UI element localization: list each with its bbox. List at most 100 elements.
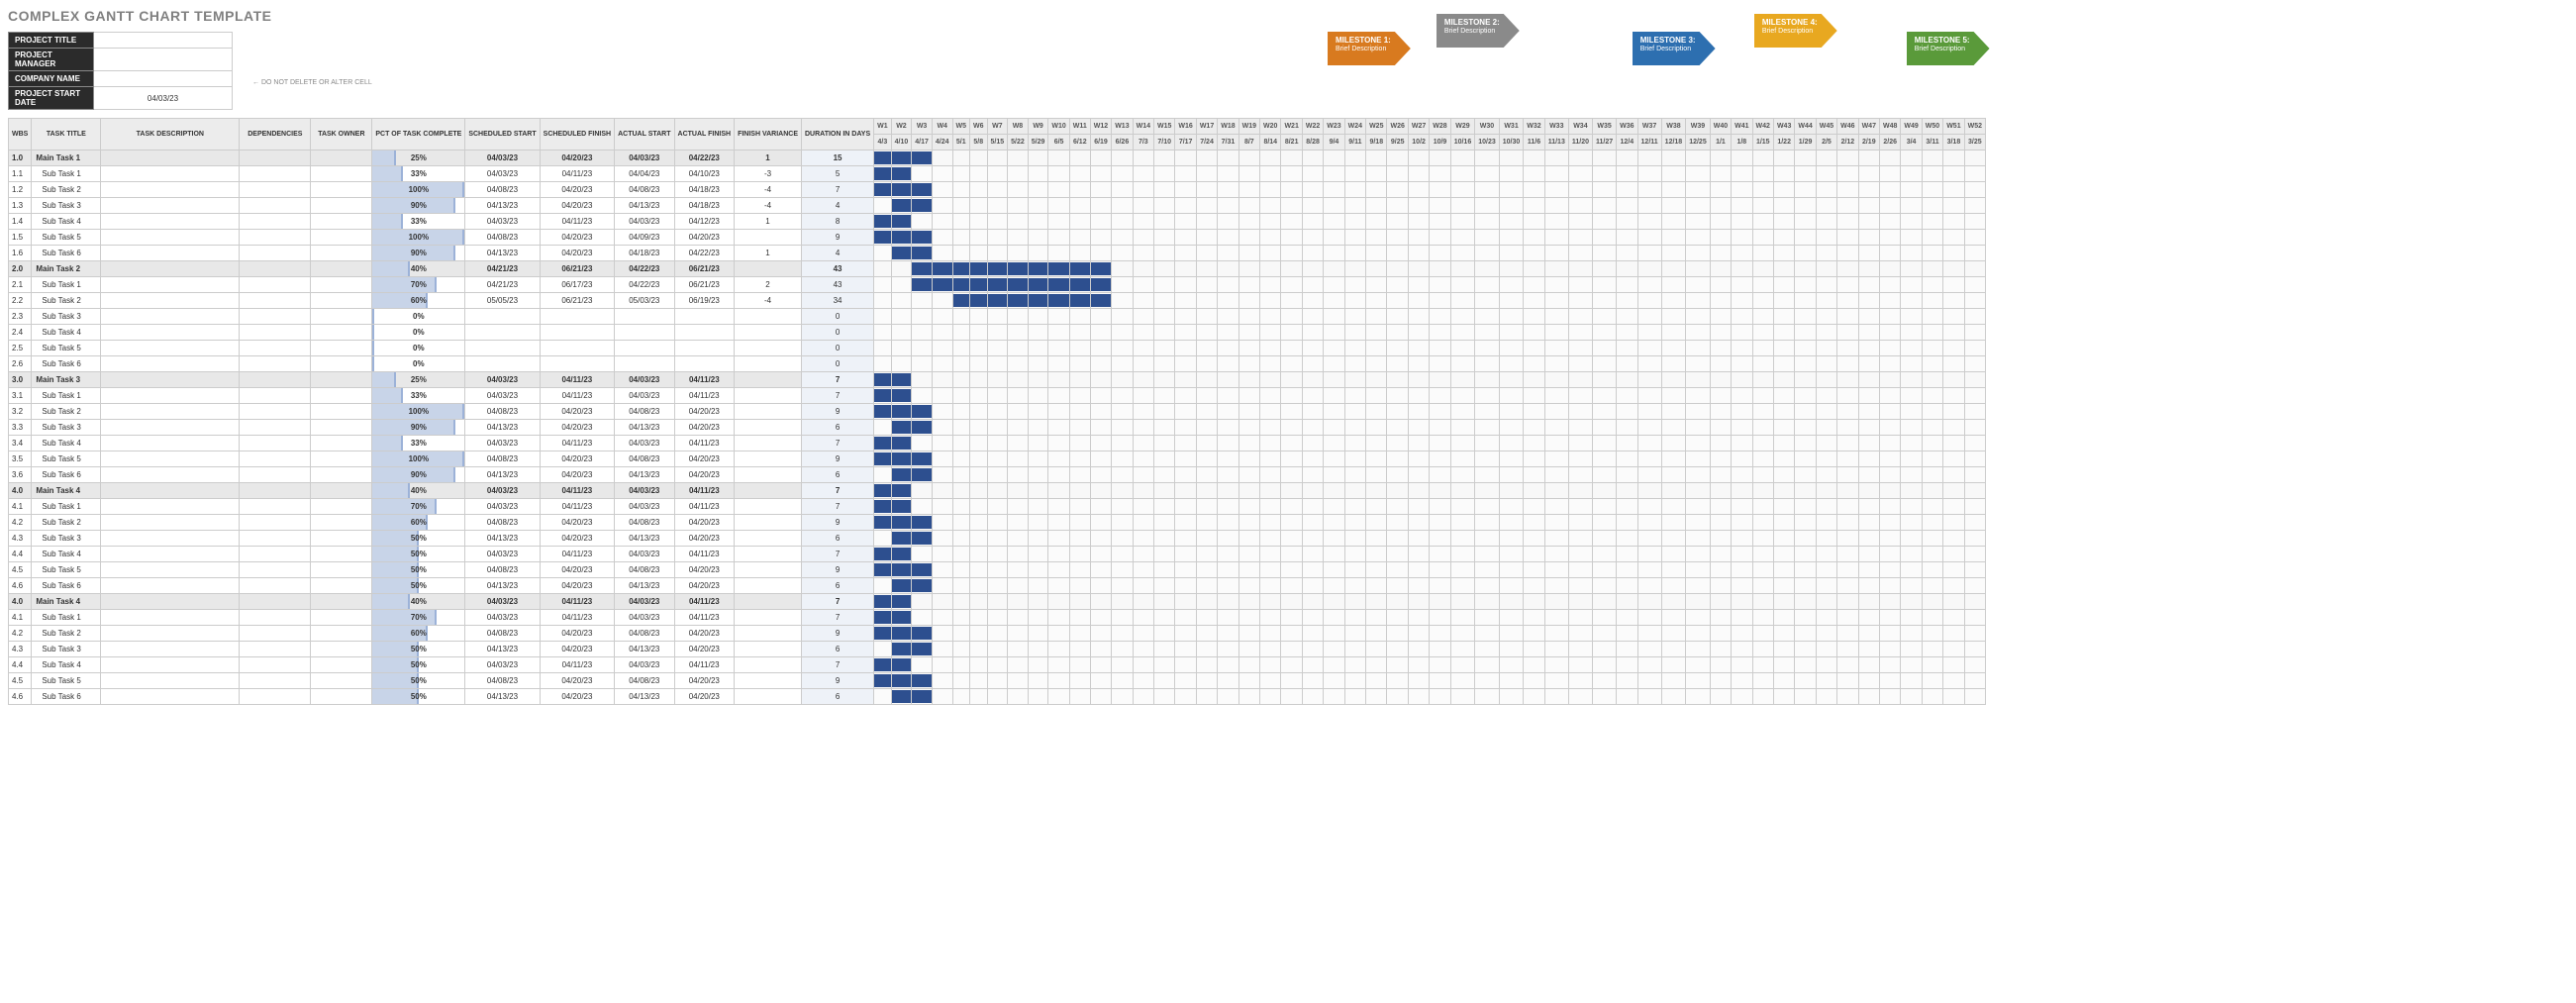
cell-finish-var[interactable] (735, 626, 802, 642)
main-task-row[interactable]: 1.0Main Task 125%04/03/2304/20/2304/03/2… (9, 150, 1986, 166)
cell-dependencies[interactable] (240, 230, 311, 246)
cell-task-title[interactable]: Sub Task 5 (32, 562, 101, 578)
cell-task-desc[interactable] (101, 436, 240, 451)
cell-finish-var[interactable]: -4 (735, 182, 802, 198)
cell-dependencies[interactable] (240, 277, 311, 293)
cell-sched-finish[interactable]: 04/11/23 (540, 483, 614, 499)
cell-finish-var[interactable]: 1 (735, 214, 802, 230)
cell-finish-var[interactable] (735, 404, 802, 420)
cell-duration[interactable]: 7 (802, 657, 874, 673)
cell-actual-finish[interactable]: 04/11/23 (674, 436, 735, 451)
cell-dependencies[interactable] (240, 689, 311, 705)
cell-task-owner[interactable] (311, 420, 372, 436)
cell-duration[interactable]: 7 (802, 436, 874, 451)
cell-wbs[interactable]: 2.5 (9, 341, 32, 356)
cell-dependencies[interactable] (240, 341, 311, 356)
cell-actual-start[interactable]: 04/08/23 (615, 404, 674, 420)
cell-pct[interactable]: 25% (372, 372, 465, 388)
cell-wbs[interactable]: 4.3 (9, 642, 32, 657)
cell-dependencies[interactable] (240, 594, 311, 610)
cell-task-desc[interactable] (101, 214, 240, 230)
cell-actual-finish[interactable]: 04/12/23 (674, 214, 735, 230)
sub-task-row[interactable]: 2.6Sub Task 60%0 (9, 356, 1986, 372)
cell-actual-start[interactable]: 04/04/23 (615, 166, 674, 182)
cell-finish-var[interactable] (735, 467, 802, 483)
cell-sched-start[interactable]: 04/03/23 (465, 388, 540, 404)
cell-actual-finish[interactable]: 04/20/23 (674, 642, 735, 657)
cell-pct[interactable]: 60% (372, 626, 465, 642)
cell-task-title[interactable]: Sub Task 2 (32, 626, 101, 642)
cell-dependencies[interactable] (240, 246, 311, 261)
cell-task-desc[interactable] (101, 198, 240, 214)
sub-task-row[interactable]: 4.2Sub Task 260%04/08/2304/20/2304/08/23… (9, 626, 1986, 642)
sub-task-row[interactable]: 4.6Sub Task 650%04/13/2304/20/2304/13/23… (9, 689, 1986, 705)
cell-actual-start[interactable]: 04/13/23 (615, 198, 674, 214)
sub-task-row[interactable]: 1.6Sub Task 690%04/13/2304/20/2304/18/23… (9, 246, 1986, 261)
cell-wbs[interactable]: 2.1 (9, 277, 32, 293)
cell-task-title[interactable]: Sub Task 4 (32, 547, 101, 562)
cell-pct[interactable]: 100% (372, 451, 465, 467)
cell-finish-var[interactable] (735, 325, 802, 341)
cell-duration[interactable]: 9 (802, 451, 874, 467)
cell-sched-start[interactable]: 04/13/23 (465, 642, 540, 657)
cell-sched-finish[interactable]: 04/11/23 (540, 436, 614, 451)
cell-actual-start[interactable]: 04/03/23 (615, 214, 674, 230)
cell-finish-var[interactable] (735, 562, 802, 578)
cell-dependencies[interactable] (240, 578, 311, 594)
cell-duration[interactable]: 7 (802, 547, 874, 562)
cell-task-desc[interactable] (101, 246, 240, 261)
cell-actual-finish[interactable]: 04/10/23 (674, 166, 735, 182)
cell-actual-start[interactable]: 04/03/23 (615, 657, 674, 673)
cell-finish-var[interactable] (735, 515, 802, 531)
cell-dependencies[interactable] (240, 261, 311, 277)
sub-task-row[interactable]: 4.4Sub Task 450%04/03/2304/11/2304/03/23… (9, 657, 1986, 673)
cell-pct[interactable]: 100% (372, 230, 465, 246)
cell-actual-finish[interactable] (674, 356, 735, 372)
cell-actual-finish[interactable]: 04/20/23 (674, 404, 735, 420)
cell-actual-finish[interactable]: 04/11/23 (674, 594, 735, 610)
cell-pct[interactable]: 50% (372, 642, 465, 657)
cell-dependencies[interactable] (240, 166, 311, 182)
cell-sched-start[interactable]: 04/03/23 (465, 594, 540, 610)
cell-dependencies[interactable] (240, 626, 311, 642)
cell-sched-finish[interactable]: 04/11/23 (540, 388, 614, 404)
cell-task-title[interactable]: Main Task 4 (32, 483, 101, 499)
cell-actual-start[interactable]: 04/08/23 (615, 182, 674, 198)
cell-task-desc[interactable] (101, 404, 240, 420)
cell-task-desc[interactable] (101, 657, 240, 673)
cell-duration[interactable]: 9 (802, 230, 874, 246)
cell-sched-finish[interactable]: 04/20/23 (540, 451, 614, 467)
cell-actual-finish[interactable]: 04/20/23 (674, 420, 735, 436)
sub-task-row[interactable]: 4.6Sub Task 650%04/13/2304/20/2304/13/23… (9, 578, 1986, 594)
cell-task-desc[interactable] (101, 277, 240, 293)
cell-sched-finish[interactable]: 04/20/23 (540, 531, 614, 547)
cell-task-owner[interactable] (311, 150, 372, 166)
cell-task-owner[interactable] (311, 230, 372, 246)
cell-dependencies[interactable] (240, 293, 311, 309)
cell-dependencies[interactable] (240, 309, 311, 325)
sub-task-row[interactable]: 4.1Sub Task 170%04/03/2304/11/2304/03/23… (9, 610, 1986, 626)
cell-task-owner[interactable] (311, 499, 372, 515)
cell-pct[interactable]: 50% (372, 689, 465, 705)
cell-task-title[interactable]: Sub Task 1 (32, 499, 101, 515)
cell-task-title[interactable]: Sub Task 1 (32, 277, 101, 293)
cell-actual-finish[interactable]: 04/20/23 (674, 467, 735, 483)
cell-dependencies[interactable] (240, 499, 311, 515)
cell-sched-finish[interactable]: 04/20/23 (540, 230, 614, 246)
cell-sched-start[interactable]: 04/08/23 (465, 562, 540, 578)
cell-dependencies[interactable] (240, 356, 311, 372)
cell-wbs[interactable]: 4.4 (9, 657, 32, 673)
cell-pct[interactable]: 0% (372, 325, 465, 341)
cell-actual-finish[interactable]: 04/11/23 (674, 547, 735, 562)
cell-duration[interactable]: 15 (802, 150, 874, 166)
cell-sched-start[interactable] (465, 356, 540, 372)
cell-task-owner[interactable] (311, 214, 372, 230)
cell-sched-finish[interactable]: 04/20/23 (540, 626, 614, 642)
cell-finish-var[interactable]: -4 (735, 293, 802, 309)
cell-actual-start[interactable] (615, 325, 674, 341)
cell-wbs[interactable]: 4.3 (9, 531, 32, 547)
cell-task-owner[interactable] (311, 673, 372, 689)
cell-actual-start[interactable]: 04/13/23 (615, 642, 674, 657)
cell-sched-start[interactable]: 04/08/23 (465, 515, 540, 531)
cell-pct[interactable]: 50% (372, 562, 465, 578)
